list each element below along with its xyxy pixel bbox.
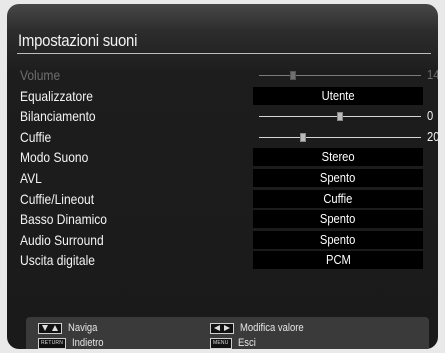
setting-row-avl[interactable]: AVL Spento: [7, 169, 427, 187]
setting-value-box[interactable]: Stereo: [253, 148, 423, 166]
setting-value-box[interactable]: Spento: [253, 210, 423, 228]
help-modify: Modifica valore: [210, 322, 314, 334]
setting-label: Equalizzatore: [20, 88, 93, 104]
slider-handle[interactable]: [300, 133, 306, 142]
slider-value: 20: [427, 129, 438, 144]
setting-row-uscita-digitale[interactable]: Uscita digitale PCM: [7, 251, 427, 269]
slider-track[interactable]: [259, 137, 421, 138]
setting-value-box[interactable]: PCM: [253, 251, 423, 269]
slider-value: 14: [427, 67, 438, 82]
setting-label: Bilanciamento: [20, 108, 96, 124]
setting-value-box[interactable]: Spento: [253, 169, 423, 187]
setting-row-volume[interactable]: Volume 14: [7, 66, 438, 84]
setting-label: Basso Dinamico: [20, 211, 107, 227]
sound-settings-menu: Impostazioni suoni Volume14Equalizzatore…: [7, 4, 438, 349]
up-down-arrows-icon: [38, 322, 62, 334]
slider-handle[interactable]: [337, 112, 343, 121]
setting-row-audio-surround[interactable]: Audio Surround Spento: [7, 231, 427, 249]
setting-label: AVL: [20, 170, 42, 186]
menu-title: Impostazioni suoni: [18, 31, 138, 50]
setting-value: Utente: [321, 88, 355, 103]
setting-value-box[interactable]: Spento: [253, 231, 423, 249]
setting-value: Spento: [320, 170, 356, 185]
menu-key-icon: MENU: [210, 337, 232, 349]
help-navigate: Naviga: [38, 322, 102, 334]
setting-label: Audio Surround: [20, 232, 104, 248]
setting-label: Cuffie: [20, 129, 52, 145]
setting-value: Spento: [320, 232, 356, 247]
setting-row-equalizzatore[interactable]: Equalizzatore Utente: [7, 87, 427, 105]
slider-value: 0: [427, 108, 434, 123]
setting-value: Spento: [320, 211, 356, 226]
setting-row-cuffie[interactable]: Cuffie 20: [7, 128, 438, 146]
setting-label: Uscita digitale: [20, 252, 95, 268]
setting-row-basso-dinamico[interactable]: Basso Dinamico Spento: [7, 210, 427, 228]
setting-label: Modo Suono: [20, 149, 89, 165]
left-right-arrows-icon: [210, 322, 234, 334]
setting-value: Stereo: [321, 149, 355, 164]
setting-value: PCM: [325, 252, 351, 267]
slider-track[interactable]: [259, 75, 421, 76]
help-exit: MENU Esci: [210, 337, 258, 349]
setting-row-modo-suono[interactable]: Modo Suono Stereo: [7, 148, 427, 166]
setting-row-bilanciamento[interactable]: Bilanciamento 0: [7, 107, 433, 125]
help-bar: Naviga RETURN Indietro Modifica valore ME…: [26, 317, 429, 349]
return-key-icon: RETURN: [38, 337, 67, 349]
background: Impostazioni suoni Volume14Equalizzatore…: [0, 0, 445, 353]
setting-row-cuffie-lineout[interactable]: Cuffie/Lineout Cuffie: [7, 190, 427, 208]
setting-value-box[interactable]: Cuffie: [253, 190, 423, 208]
setting-label: Cuffie/Lineout: [20, 191, 95, 207]
setting-value: Cuffie: [323, 191, 353, 206]
setting-value-box[interactable]: Utente: [253, 87, 423, 105]
slider-handle[interactable]: [290, 71, 296, 80]
help-back: RETURN Indietro: [38, 337, 109, 349]
setting-label: Volume: [20, 67, 61, 83]
title-divider: [17, 53, 431, 54]
